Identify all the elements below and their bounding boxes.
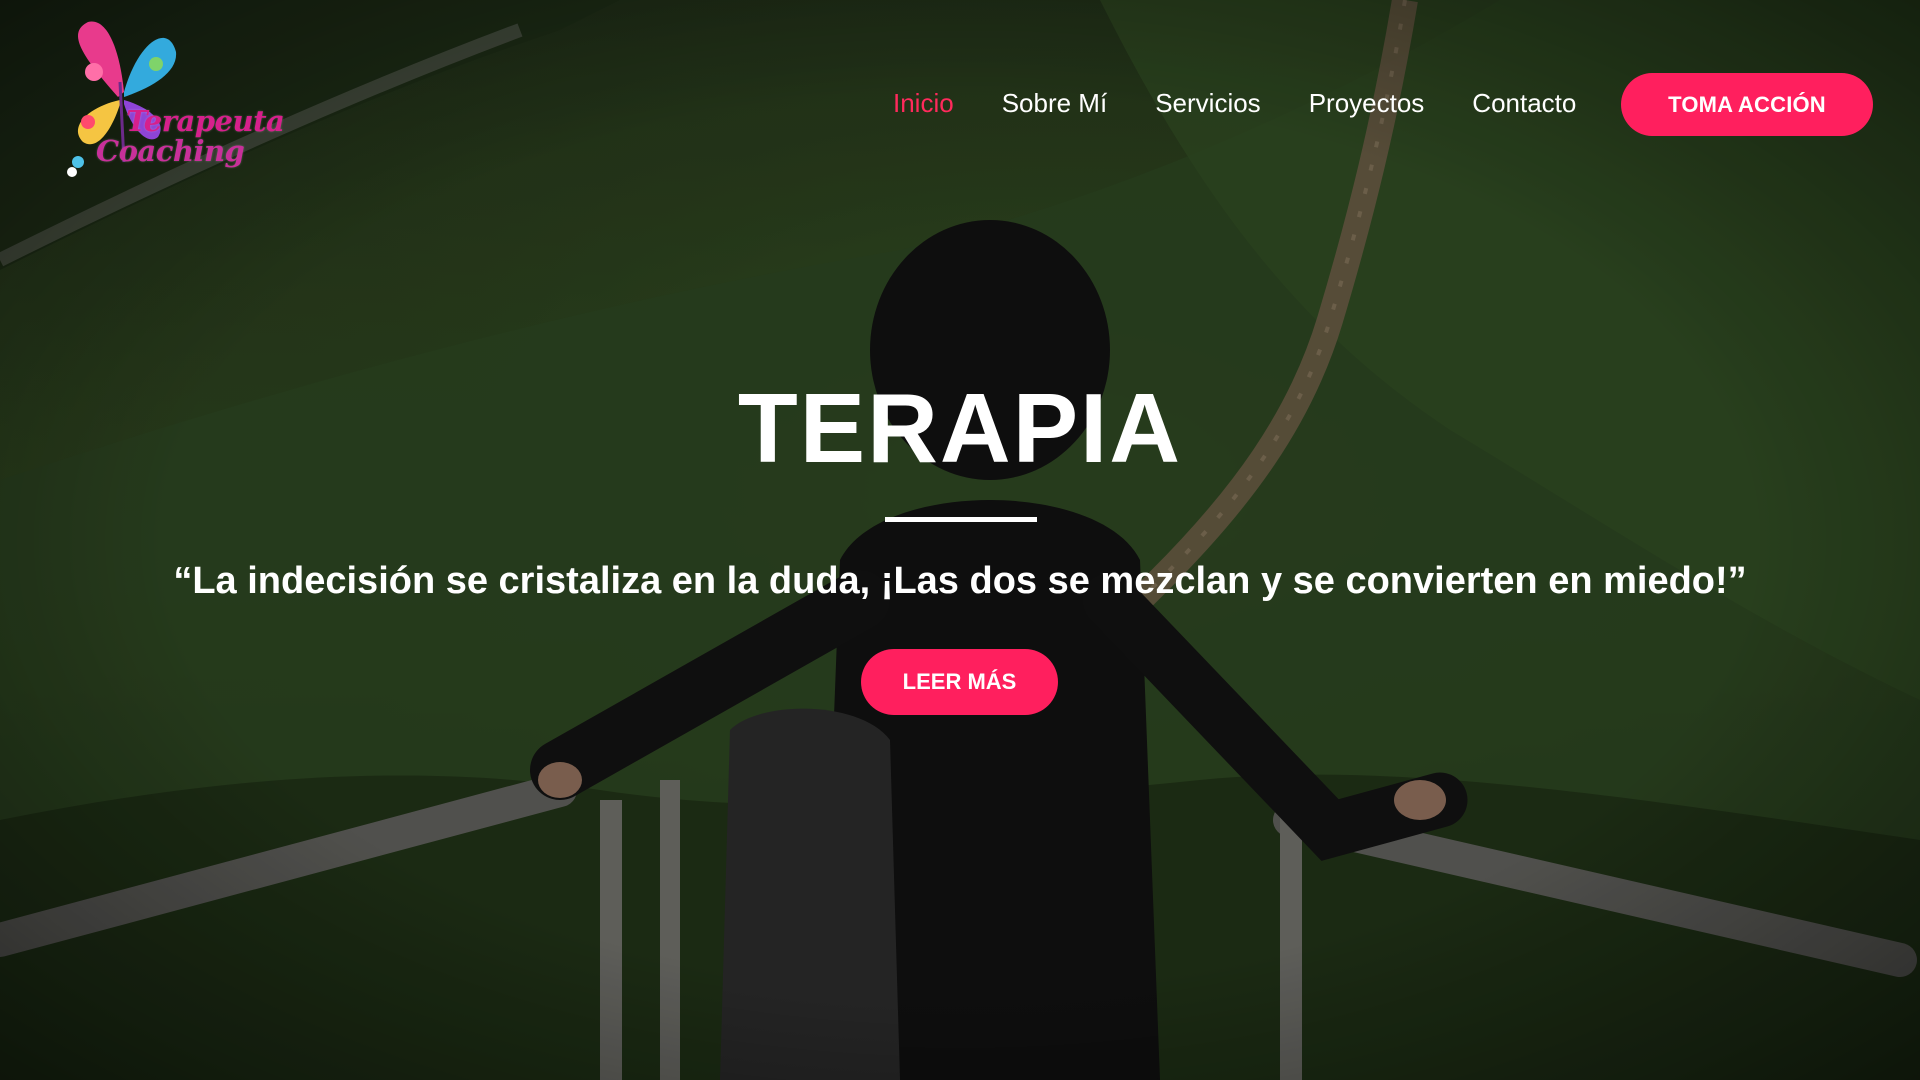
nav-item-servicios[interactable]: Servicios xyxy=(1155,88,1260,119)
leer-mas-button[interactable]: LEER MÁS xyxy=(861,649,1058,715)
logo-text-line2: Coaching xyxy=(96,134,245,168)
toma-accion-button[interactable]: TOMA ACCIÓN xyxy=(1621,73,1873,136)
hero-quote: “La indecisión se cristaliza en la duda,… xyxy=(173,560,1747,602)
title-divider xyxy=(885,517,1037,522)
hero-section: Terapeuta Coaching Inicio Sobre Mí Servi… xyxy=(0,0,1920,1080)
nav-item-inicio[interactable]: Inicio xyxy=(893,88,954,119)
nav-item-proyectos[interactable]: Proyectos xyxy=(1309,88,1425,119)
hero-title: TERAPIA xyxy=(737,373,1183,483)
nav-item-contacto[interactable]: Contacto xyxy=(1472,88,1576,119)
site-logo[interactable]: Terapeuta Coaching xyxy=(58,12,285,187)
main-navigation: Inicio Sobre Mí Servicios Proyectos Cont… xyxy=(893,88,1624,119)
logo-text-line1: Terapeuta xyxy=(126,104,285,138)
nav-item-sobre-mi[interactable]: Sobre Mí xyxy=(1002,88,1108,119)
background-overlay xyxy=(0,0,1920,1080)
